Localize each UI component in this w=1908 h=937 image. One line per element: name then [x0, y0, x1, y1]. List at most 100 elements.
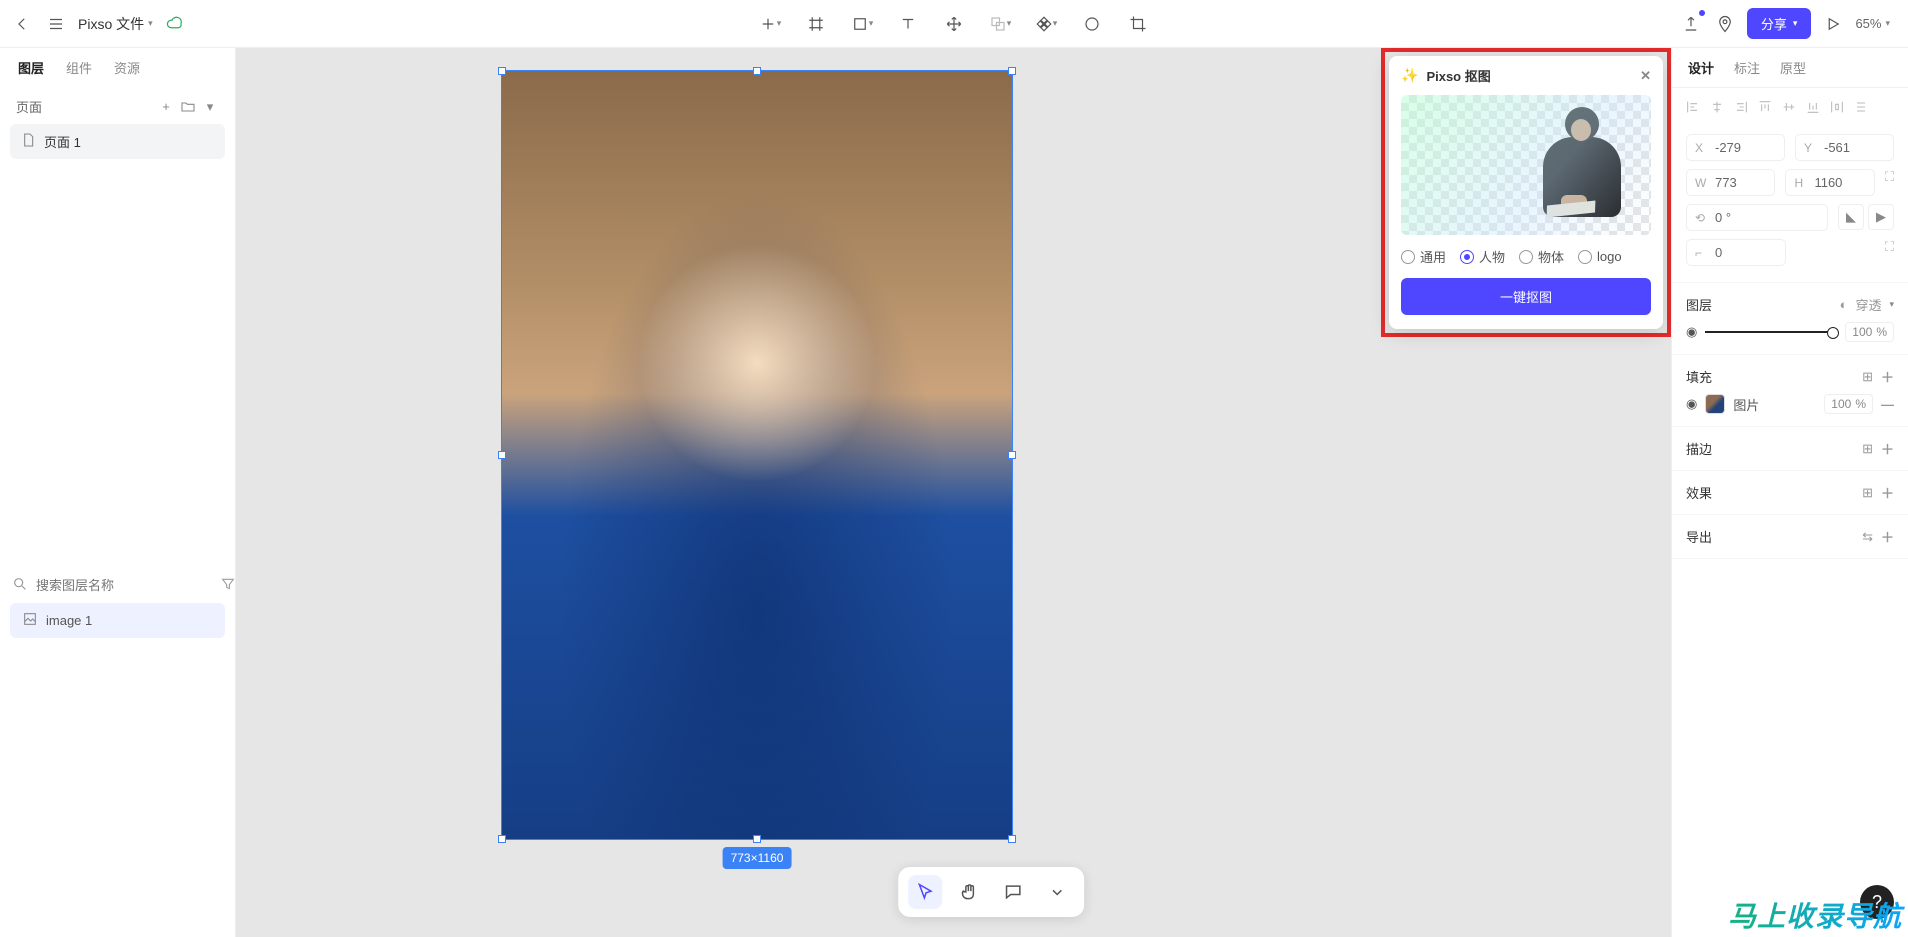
close-icon[interactable]: ✕ [1640, 68, 1651, 84]
export-title: 导出 [1686, 527, 1712, 546]
dock-comment-icon[interactable] [996, 875, 1030, 909]
expand-radius-icon[interactable]: ⛶ [1885, 239, 1894, 266]
radius-field[interactable]: ⌐0 [1686, 239, 1786, 266]
fill-group: 填充 ⊞＋ ◉ 图片 100% — [1672, 355, 1908, 427]
dock-cursor-icon[interactable] [908, 875, 942, 909]
x-field[interactable]: X-279 [1686, 134, 1785, 161]
zoom-value: 65% [1855, 16, 1881, 31]
back-icon[interactable] [10, 12, 34, 36]
radio-general[interactable]: 通用 [1401, 247, 1446, 266]
cutout-title: Pixso 抠图 [1426, 66, 1490, 85]
resize-handle-br[interactable] [1008, 835, 1016, 843]
tab-prototype[interactable]: 原型 [1780, 58, 1806, 77]
cloud-sync-icon[interactable] [163, 12, 187, 36]
move-tool-icon[interactable] [941, 12, 967, 36]
remove-fill-icon[interactable]: — [1881, 397, 1894, 412]
fill-visibility-icon[interactable]: ◉ [1686, 396, 1697, 412]
layer-search-input[interactable] [36, 578, 212, 593]
export-share-icon[interactable] [1679, 12, 1703, 36]
frame-tool-icon[interactable] [803, 12, 829, 36]
tab-annotate[interactable]: 标注 [1734, 58, 1760, 77]
location-icon[interactable] [1713, 12, 1737, 36]
canvas-dock [898, 867, 1084, 917]
align-bottom-icon[interactable] [1802, 96, 1824, 118]
add-export-icon[interactable]: ＋ [1881, 527, 1894, 546]
h-field[interactable]: H1160 [1785, 169, 1874, 196]
y-field[interactable]: Y-561 [1795, 134, 1894, 161]
share-button[interactable]: 分享 ▾ [1747, 8, 1812, 39]
cutout-panel: ✨ Pixso 抠图 ✕ 通用 人物 物体 logo 一键抠图 [1389, 56, 1663, 329]
tab-design[interactable]: 设计 [1688, 58, 1714, 77]
play-preview-icon[interactable] [1821, 12, 1845, 36]
align-hcenter-icon[interactable] [1706, 96, 1728, 118]
align-right-icon[interactable] [1730, 96, 1752, 118]
effect-style-icon[interactable]: ⊞ [1862, 485, 1873, 501]
fill-style-icon[interactable]: ⊞ [1862, 369, 1873, 385]
menu-icon[interactable] [44, 12, 68, 36]
add-effect-icon[interactable]: ＋ [1881, 483, 1894, 502]
opacity-slider[interactable] [1705, 331, 1837, 333]
radio-person[interactable]: 人物 [1460, 247, 1505, 266]
tab-assets[interactable]: 资源 [114, 58, 140, 77]
align-vcenter-icon[interactable] [1778, 96, 1800, 118]
layer-title: 图层 [1686, 295, 1712, 314]
resize-handle-tl[interactable] [498, 67, 506, 75]
export-settings-icon[interactable]: ⇆ [1862, 529, 1873, 545]
selection-box[interactable]: 773×1160 [501, 70, 1013, 840]
layer-item[interactable]: image 1 [10, 603, 225, 638]
resize-handle-ml[interactable] [498, 451, 506, 459]
file-name-dropdown[interactable]: Pixso 文件 ▾ [78, 14, 153, 34]
tab-components[interactable]: 组件 [66, 58, 92, 77]
component-tool-icon[interactable]: ▾ [1033, 12, 1059, 36]
pages-folder-icon[interactable] [179, 98, 197, 116]
page-item[interactable]: 页面 1 [10, 124, 225, 159]
opacity-field[interactable]: 100% [1845, 322, 1894, 342]
fill-opacity-field[interactable]: 100% [1824, 394, 1873, 414]
zoom-dropdown[interactable]: 65% ▾ [1855, 16, 1898, 31]
add-fill-icon[interactable]: ＋ [1881, 367, 1894, 386]
tab-layers[interactable]: 图层 [18, 58, 44, 77]
blend-mode-dropdown[interactable]: ◐穿透▾ [1840, 295, 1894, 314]
chevron-down-icon: ▾ [148, 18, 153, 29]
flip-v-icon[interactable]: ▶ [1868, 204, 1894, 230]
align-top-icon[interactable] [1754, 96, 1776, 118]
radio-object[interactable]: 物体 [1519, 247, 1564, 266]
resize-handle-mt[interactable] [753, 67, 761, 75]
cutout-preview [1401, 95, 1651, 235]
text-tool-icon[interactable] [895, 12, 921, 36]
add-tool-icon[interactable]: ▾ [757, 12, 783, 36]
resize-handle-bl[interactable] [498, 835, 506, 843]
boolean-tool-icon[interactable]: ▾ [987, 12, 1013, 36]
fill-title: 填充 [1686, 367, 1712, 386]
add-stroke-icon[interactable]: ＋ [1881, 439, 1894, 458]
distribute-more-icon[interactable] [1850, 96, 1872, 118]
ellipse-tool-icon[interactable] [1079, 12, 1105, 36]
rotation-field[interactable]: ⟲0 ° [1686, 204, 1828, 231]
filter-icon[interactable] [220, 576, 236, 595]
distribute-h-icon[interactable] [1826, 96, 1848, 118]
resize-handle-mr[interactable] [1008, 451, 1016, 459]
top-bar: Pixso 文件 ▾ ▾ ▾ ▾ ▾ 分享 ▾ 65% ▾ [0, 0, 1908, 48]
shape-tool-icon[interactable]: ▾ [849, 12, 875, 36]
selected-image[interactable] [502, 71, 1012, 839]
share-label: 分享 [1761, 14, 1787, 33]
image-layer-icon [22, 611, 38, 630]
w-field[interactable]: W773 [1686, 169, 1775, 196]
run-cutout-button[interactable]: 一键抠图 [1401, 278, 1651, 315]
left-tabs: 图层 组件 资源 [0, 48, 235, 87]
align-left-icon[interactable] [1682, 96, 1704, 118]
export-group: 导出 ⇆ ＋ [1672, 515, 1908, 559]
pages-collapse-icon[interactable]: ▾ [201, 98, 219, 116]
resize-handle-mb[interactable] [753, 835, 761, 843]
flip-h-icon[interactable]: ◣ [1838, 204, 1864, 230]
dock-more-icon[interactable] [1040, 875, 1074, 909]
fill-swatch[interactable] [1705, 394, 1725, 414]
radio-logo[interactable]: logo [1578, 249, 1622, 264]
add-page-icon[interactable]: + [157, 98, 175, 116]
stroke-style-icon[interactable]: ⊞ [1862, 441, 1873, 457]
lock-ratio-icon[interactable]: ⛶ [1885, 169, 1894, 196]
crop-tool-icon[interactable] [1125, 12, 1151, 36]
dock-hand-icon[interactable] [952, 875, 986, 909]
visibility-icon[interactable]: ◉ [1686, 324, 1697, 340]
resize-handle-tr[interactable] [1008, 67, 1016, 75]
